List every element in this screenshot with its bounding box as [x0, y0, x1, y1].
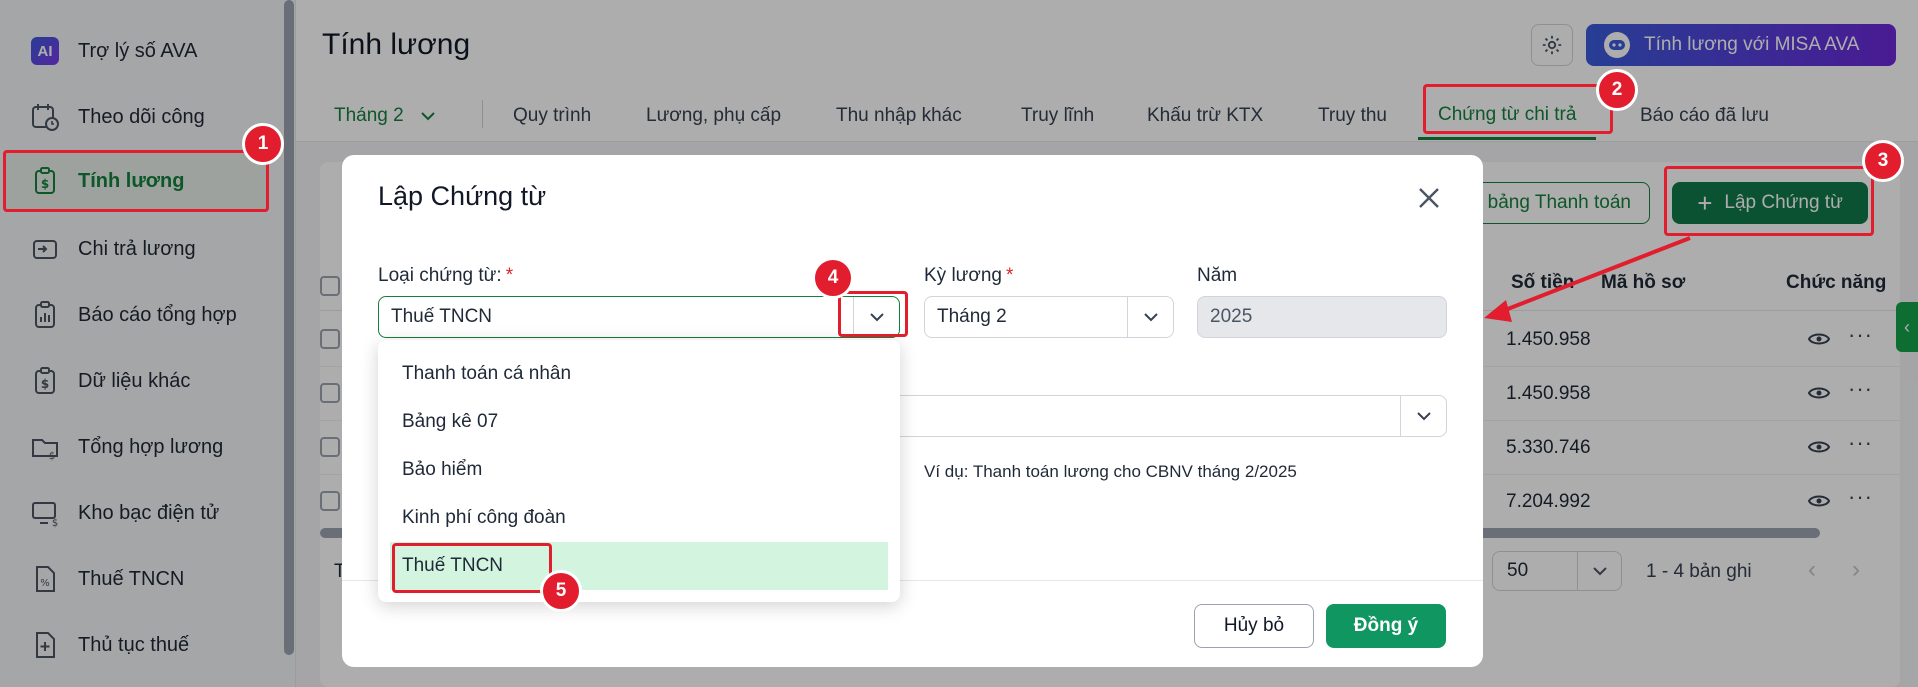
annotation-arrow [1484, 236, 1691, 322]
